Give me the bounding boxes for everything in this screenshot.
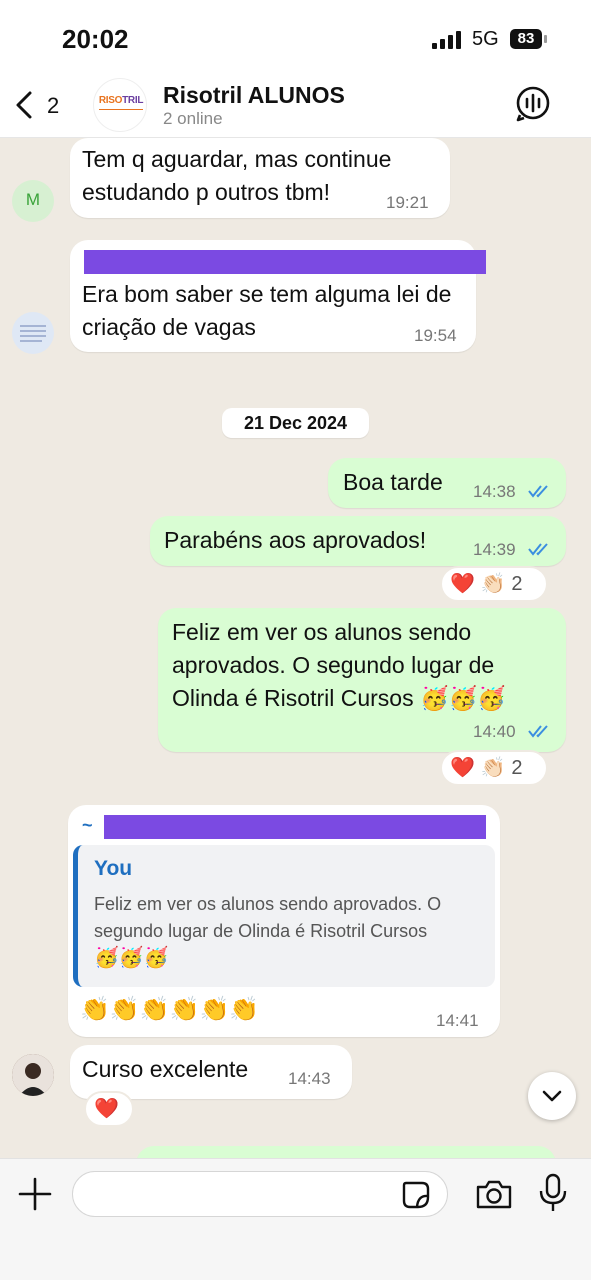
voice-chat-icon[interactable] — [514, 84, 552, 122]
message-text: Parabéns aos aprovados! — [164, 527, 427, 553]
redacted-sender-name — [84, 250, 486, 274]
sender-avatar[interactable] — [12, 1054, 54, 1096]
quoted-message[interactable]: You Feliz em ver os alunos sendo aprovad… — [73, 845, 495, 987]
battery-tip — [544, 35, 547, 43]
status-bar: 20:02 5G 83 — [0, 0, 591, 76]
chat-header: 2 RISOTRIL Risotril ALUNOS 2 online — [0, 76, 591, 138]
read-ticks-icon — [528, 543, 548, 556]
sender-avatar[interactable]: M — [12, 180, 54, 222]
read-ticks-icon — [528, 725, 548, 738]
date-separator: 21 Dec 2024 — [222, 408, 369, 438]
message-time: 14:43 — [288, 1069, 331, 1088]
chevron-down-icon — [542, 1090, 562, 1102]
composer-bar — [0, 1158, 591, 1280]
message-time: 14:41 — [436, 1011, 479, 1030]
quote-emoji: 🥳🥳🥳 — [94, 947, 169, 969]
message-bubble[interactable]: Era bom saber se tem alguma lei de criaç… — [70, 240, 486, 352]
reaction-pill[interactable]: ❤️ 👏🏻 2 — [440, 750, 548, 786]
reaction-emojis: ❤️ 👏🏻 — [450, 757, 506, 779]
message-bubble[interactable]: Tem q aguardar, mas continue estudando p… — [70, 138, 450, 218]
reaction-pill[interactable]: ❤️ — [84, 1091, 134, 1127]
reaction-pill[interactable]: ❤️ 👏🏻 2 — [440, 566, 548, 602]
quote-text: Feliz em ver os alunos sendo aprovados. … — [94, 894, 442, 941]
camera-icon[interactable] — [474, 1177, 514, 1211]
group-avatar[interactable]: RISOTRIL — [93, 78, 147, 132]
signal-icon — [432, 31, 461, 49]
message-bubble[interactable]: Boa tarde 14:38 — [328, 458, 566, 508]
status-time: 20:02 — [62, 24, 129, 54]
avatar-initial: M — [25, 190, 41, 209]
reaction-emojis: ❤️ — [94, 1098, 119, 1120]
sender-prefix: ~ — [82, 815, 93, 835]
quote-author: You — [94, 857, 133, 880]
group-name[interactable]: Risotril ALUNOS — [163, 82, 345, 109]
read-ticks-icon — [528, 485, 548, 498]
message-text: 👏👏👏👏👏👏 — [80, 996, 260, 1023]
chevron-left-icon — [16, 91, 32, 119]
microphone-icon[interactable] — [538, 1173, 568, 1213]
sender-avatar[interactable] — [12, 312, 54, 354]
scroll-down-button[interactable] — [528, 1072, 576, 1120]
sticker-icon[interactable] — [400, 1179, 432, 1211]
message-input[interactable] — [72, 1171, 448, 1217]
message-text: Boa tarde — [343, 469, 443, 495]
redacted-sender-name — [104, 815, 486, 839]
logo-underline — [99, 109, 143, 110]
plus-icon[interactable] — [18, 1177, 52, 1211]
message-bubble[interactable]: Feliz em ver os alunos sendo aprovados. … — [158, 608, 566, 752]
message-time: 19:54 — [414, 326, 457, 345]
network-type: 5G — [472, 28, 499, 50]
message-text: Feliz em ver os alunos sendo aprovados. … — [172, 619, 506, 711]
message-time: 14:40 — [473, 722, 516, 741]
group-status: 2 online — [163, 109, 223, 128]
message-bubble[interactable]: Parabéns aos aprovados! 14:39 — [150, 516, 566, 566]
message-time: 14:39 — [473, 540, 516, 559]
message-text: Era bom saber se tem alguma lei de criaç… — [82, 281, 452, 340]
back-button[interactable]: 2 — [12, 88, 66, 122]
unread-count: 2 — [47, 93, 60, 118]
message-text: Curso excelente — [82, 1056, 249, 1082]
message-time: 14:38 — [473, 482, 516, 501]
person-photo-icon — [12, 1054, 54, 1096]
battery-icon: 83 — [510, 29, 542, 49]
message-time: 19:21 — [386, 193, 429, 212]
reaction-count: 2 — [511, 573, 523, 595]
reaction-count: 2 — [511, 757, 523, 779]
group-logo: RISOTRIL — [98, 95, 144, 106]
chat-area[interactable]: M Tem q aguardar, mas continue estudando… — [0, 138, 591, 1158]
reaction-emojis: ❤️ 👏🏻 — [450, 573, 506, 595]
avatar-image-icon — [20, 325, 46, 342]
message-bubble-partial[interactable] — [136, 1146, 556, 1158]
